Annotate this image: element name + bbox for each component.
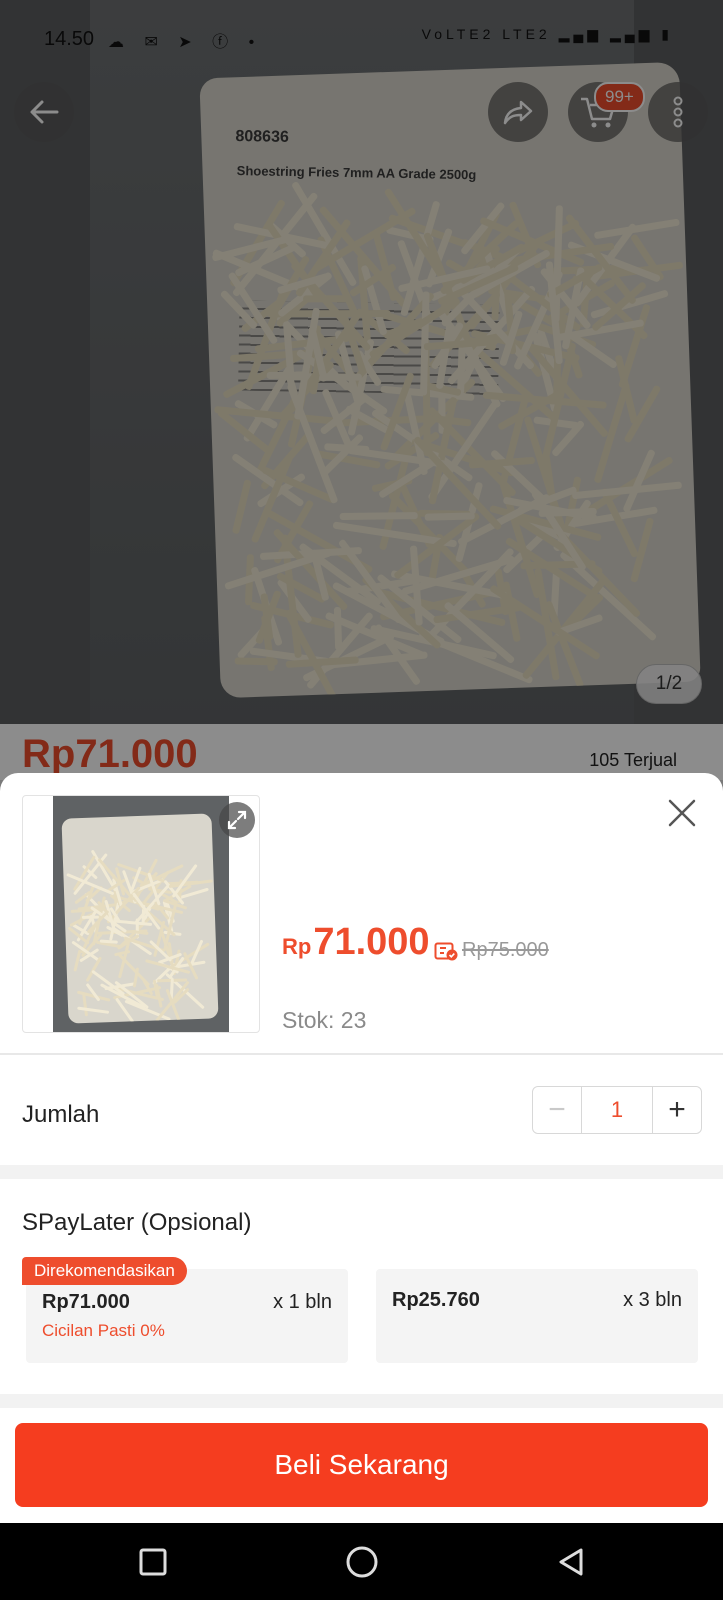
product-page-background: 808636 Shoestring Fries 7mm AA Grade 250…	[0, 0, 723, 780]
home-button[interactable]	[345, 1545, 379, 1579]
triangle-back-icon	[559, 1548, 583, 1576]
price-currency: Rp	[282, 934, 312, 959]
fry-texture	[85, 982, 101, 1001]
plan-amount: Rp71.000	[42, 1291, 130, 1313]
plan-note: Cicilan Pasti 0%	[42, 1321, 165, 1340]
voucher-discount-icon	[434, 942, 458, 961]
quantity-input[interactable]: 1	[581, 1087, 653, 1133]
selected-price: Rp 71.000	[282, 921, 430, 964]
quantity-label: Jumlah	[22, 1101, 100, 1128]
divider	[0, 1053, 723, 1055]
system-back-button[interactable]	[554, 1545, 588, 1579]
expand-image-icon[interactable]	[219, 802, 255, 838]
square-icon	[139, 1548, 167, 1576]
section-gap	[0, 1394, 723, 1408]
close-icon	[668, 799, 696, 827]
quantity-stepper: − 1 +	[532, 1086, 702, 1134]
stock-count: Stok: 23	[282, 1007, 367, 1033]
paylater-title: SPayLater (Opsional)	[22, 1209, 252, 1236]
purchase-bottom-sheet: Rp 71.000 Rp75.000 Stok: 23 Jumlah − 1 +…	[0, 773, 723, 1523]
thumbnail-bag-image	[61, 813, 219, 1024]
price-value: 71.000	[313, 921, 430, 963]
product-thumbnail[interactable]	[22, 795, 260, 1033]
thumbnail-photo	[53, 796, 229, 1032]
plan-tenor: x 3 bln	[623, 1289, 682, 1311]
fry-texture	[99, 939, 118, 944]
fry-texture	[82, 915, 99, 919]
circle-icon	[346, 1546, 378, 1578]
buy-now-button[interactable]: Beli Sekarang	[15, 1423, 708, 1507]
modal-overlay[interactable]	[0, 0, 723, 780]
paylater-plan-3-months[interactable]: Rp25.760 x 3 bln	[376, 1269, 698, 1363]
recommended-badge: Direkomendasikan	[22, 1257, 187, 1285]
fry-texture	[82, 994, 89, 1017]
plan-amount: Rp25.760	[392, 1289, 480, 1311]
decrease-quantity-button[interactable]: −	[533, 1087, 581, 1133]
increase-quantity-button[interactable]: +	[653, 1087, 701, 1133]
section-gap	[0, 1165, 723, 1179]
close-sheet-button[interactable]	[662, 793, 702, 833]
plan-tenor: x 1 bln	[273, 1291, 332, 1313]
original-price: Rp75.000	[462, 939, 549, 961]
fry-texture	[77, 1006, 109, 1014]
thumbnail-fries-pattern	[61, 813, 218, 1024]
system-navigation-bar	[0, 1523, 723, 1600]
recent-apps-button[interactable]	[136, 1545, 170, 1579]
